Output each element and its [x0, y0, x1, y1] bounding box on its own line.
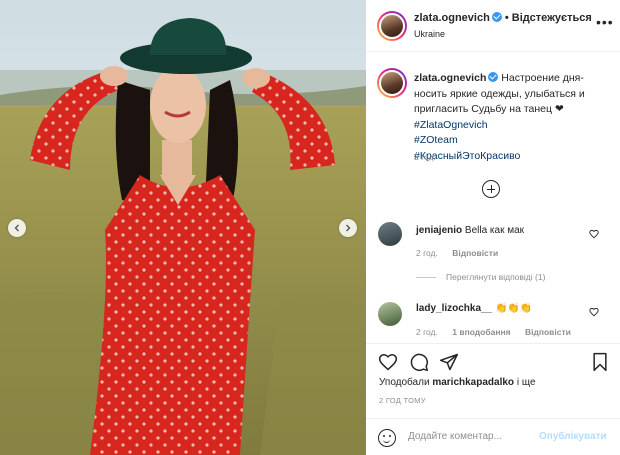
- post-location[interactable]: Ukraine: [414, 29, 445, 39]
- comment-text: Bella как мак: [464, 225, 525, 236]
- save-bookmark-icon[interactable]: [590, 352, 610, 372]
- liked-by-summary: Уподобали marichkapadalko і ще: [379, 377, 536, 388]
- hashtag-link[interactable]: #ZOteam: [414, 133, 614, 149]
- add-comment-bar: Опублікувати: [366, 418, 620, 455]
- share-paper-plane-icon[interactable]: [439, 352, 459, 372]
- author-avatar[interactable]: [377, 11, 407, 41]
- post-photo[interactable]: [0, 0, 366, 455]
- commenter-avatar[interactable]: [378, 222, 402, 246]
- comment-text: 👏👏👏: [494, 303, 533, 314]
- more-options-icon[interactable]: •••: [596, 14, 614, 30]
- emoji-picker-icon[interactable]: [378, 429, 396, 447]
- dot-separator: •: [504, 12, 509, 24]
- post-caption: zlata.ognevich Настроение дня- носить яр…: [414, 71, 614, 164]
- commenter-avatar[interactable]: [378, 302, 402, 326]
- comment-input[interactable]: [408, 431, 538, 442]
- like-comment-heart-icon[interactable]: [589, 307, 599, 317]
- load-more-comments-icon[interactable]: [482, 180, 500, 198]
- like-comment-heart-icon[interactable]: [589, 229, 599, 239]
- verified-badge-icon: [491, 12, 502, 22]
- author-username[interactable]: zlata.ognevich: [414, 12, 490, 24]
- comment-likes-count[interactable]: 1 вподобання: [452, 327, 510, 337]
- comment-time: 2 год.: [416, 327, 438, 337]
- post-details-panel: zlata.ognevich • Відстежується Ukraine •…: [366, 0, 620, 455]
- following-button[interactable]: Відстежується: [512, 12, 592, 24]
- reply-button[interactable]: Відповісти: [525, 327, 571, 337]
- chevron-left-icon: [14, 224, 19, 232]
- photo-image: [0, 0, 366, 455]
- caption-time: 2 год.: [414, 152, 436, 162]
- hashtag-link[interactable]: #ZlataOgnevich: [414, 118, 614, 134]
- reply-button[interactable]: Відповісти: [452, 248, 498, 258]
- hashtag-link[interactable]: #КрасныйЭтоКрасиво: [414, 149, 614, 165]
- verified-badge-icon: [488, 72, 499, 82]
- post-header: zlata.ognevich • Відстежується Ukraine •…: [366, 0, 620, 52]
- liked-by-user-link[interactable]: marichkapadalko: [432, 377, 514, 388]
- next-slide-button[interactable]: [339, 219, 357, 237]
- comment-time: 2 год.: [416, 248, 438, 258]
- publish-button[interactable]: Опублікувати: [539, 431, 607, 442]
- comment-bubble-icon[interactable]: [409, 352, 429, 372]
- view-replies-button[interactable]: Переглянути відповіді (1): [416, 272, 545, 282]
- caption-username[interactable]: zlata.ognevich: [414, 72, 486, 84]
- comment: jeniajenio Bella как мак: [416, 225, 524, 236]
- comment: lady_lizochka__ 👏👏👏: [416, 303, 532, 314]
- liked-by-prefix: Уподобали: [379, 377, 430, 388]
- caption-avatar[interactable]: [377, 68, 407, 98]
- chevron-right-icon: [346, 224, 351, 232]
- liked-by-others-link[interactable]: і ще: [517, 377, 536, 388]
- comment-username[interactable]: jeniajenio: [416, 225, 462, 236]
- comment-username[interactable]: lady_lizochka__: [416, 303, 492, 314]
- like-heart-icon[interactable]: [378, 352, 398, 372]
- previous-slide-button[interactable]: [8, 219, 26, 237]
- post-timestamp[interactable]: 2 ГОД ТОМУ: [379, 396, 426, 405]
